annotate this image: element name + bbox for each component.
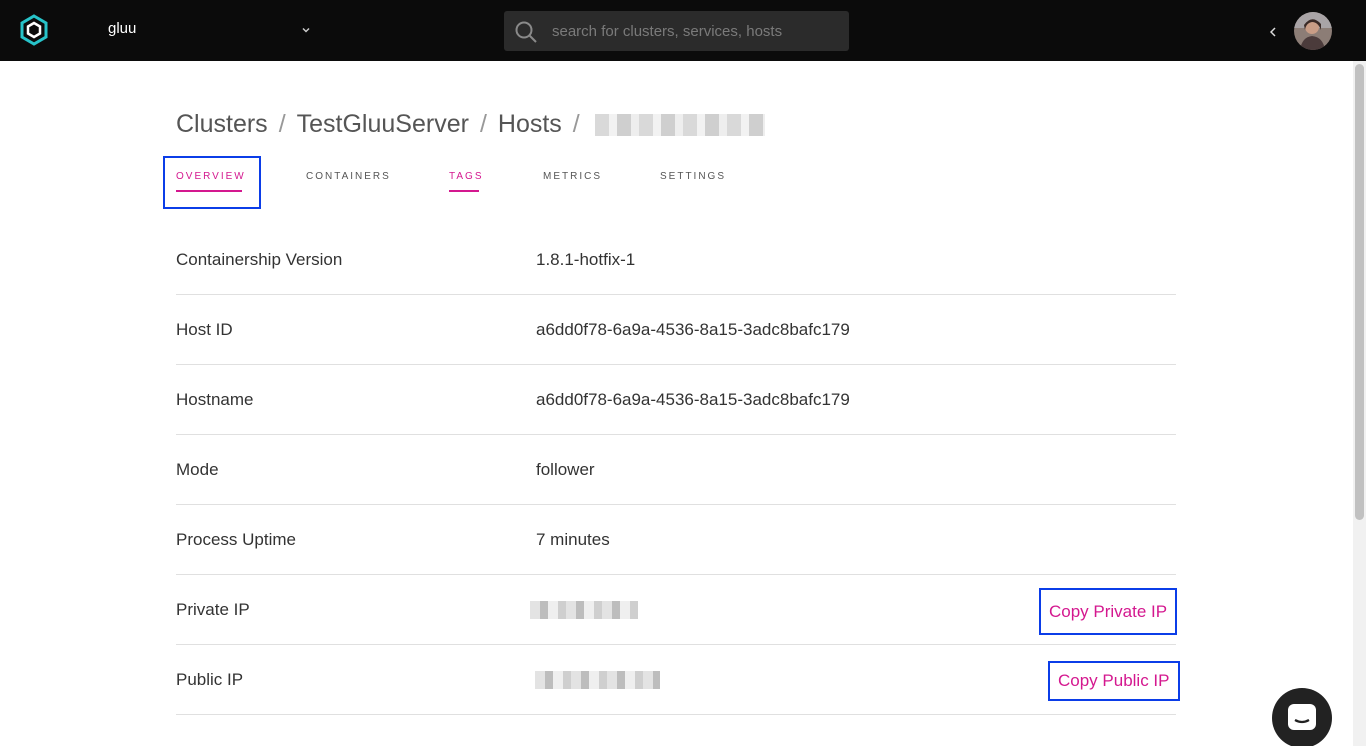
detail-row-private-ip: Private IP Copy Private IP bbox=[176, 575, 1178, 645]
detail-value: 1.8.1-hotfix-1 bbox=[536, 250, 636, 269]
search-input[interactable] bbox=[552, 11, 842, 51]
user-avatar[interactable] bbox=[1294, 12, 1332, 50]
breadcrumb-cluster-name[interactable]: TestGluuServer bbox=[297, 110, 469, 139]
detail-row-host-id: Host ID a6dd0f78-6a9a-4536-8a15-3adc8baf… bbox=[176, 295, 1176, 365]
chevron-down-icon[interactable] bbox=[300, 24, 312, 36]
public-ip-redacted bbox=[535, 671, 660, 689]
breadcrumb: Clusters / TestGluuServer / Hosts / bbox=[176, 110, 765, 139]
detail-value: 7 minutes bbox=[536, 530, 610, 549]
top-navigation-bar: gluu bbox=[0, 0, 1366, 61]
detail-label: Containership Version bbox=[176, 250, 343, 269]
breadcrumb-separator: / bbox=[278, 110, 286, 138]
search-box[interactable] bbox=[504, 11, 849, 51]
breadcrumb-separator: / bbox=[479, 110, 487, 138]
detail-value: a6dd0f78-6a9a-4536-8a15-3adc8bafc179 bbox=[536, 320, 850, 339]
breadcrumb-host-redacted bbox=[594, 113, 765, 136]
detail-label: Hostname bbox=[176, 390, 254, 409]
detail-row-version: Containership Version 1.8.1-hotfix-1 bbox=[176, 225, 1176, 295]
detail-label: Private IP bbox=[176, 600, 250, 619]
scrollbar-thumb[interactable] bbox=[1355, 64, 1364, 520]
tab-overview[interactable]: OVERVIEW bbox=[176, 171, 246, 192]
search-icon bbox=[515, 21, 537, 43]
tab-tags[interactable]: TAGS bbox=[449, 171, 483, 192]
detail-row-mode: Mode follower bbox=[176, 435, 1176, 505]
org-switcher-label[interactable]: gluu bbox=[108, 20, 136, 37]
tab-overview-focus-outline bbox=[163, 156, 261, 209]
copy-private-ip-button[interactable]: Copy Private IP bbox=[1039, 588, 1178, 635]
tab-settings[interactable]: SETTINGS bbox=[660, 171, 726, 182]
breadcrumb-separator: / bbox=[572, 110, 580, 138]
containership-logo-icon[interactable] bbox=[18, 14, 50, 46]
detail-label: Mode bbox=[176, 460, 219, 479]
copy-public-ip-button[interactable]: Copy Public IP bbox=[1048, 661, 1180, 701]
detail-row-public-ip: Public IP Copy Public IP bbox=[176, 645, 1180, 715]
tab-metrics[interactable]: METRICS bbox=[543, 171, 602, 182]
tab-containers[interactable]: CONTAINERS bbox=[306, 171, 391, 182]
detail-label: Host ID bbox=[176, 320, 233, 339]
private-ip-redacted bbox=[530, 601, 638, 619]
avatar-icon bbox=[1294, 12, 1332, 50]
chat-launcher-button[interactable] bbox=[1272, 688, 1332, 746]
detail-row-hostname: Hostname a6dd0f78-6a9a-4536-8a15-3adc8ba… bbox=[176, 365, 1176, 435]
detail-value: a6dd0f78-6a9a-4536-8a15-3adc8bafc179 bbox=[536, 390, 850, 409]
detail-value: follower bbox=[536, 460, 595, 479]
detail-row-uptime: Process Uptime 7 minutes bbox=[176, 505, 1176, 575]
breadcrumb-clusters[interactable]: Clusters bbox=[176, 110, 268, 139]
detail-label: Public IP bbox=[176, 670, 244, 689]
chevron-left-icon[interactable] bbox=[1268, 25, 1278, 39]
breadcrumb-hosts[interactable]: Hosts bbox=[498, 110, 562, 139]
chat-icon bbox=[1288, 704, 1316, 730]
detail-label: Process Uptime bbox=[176, 530, 296, 549]
